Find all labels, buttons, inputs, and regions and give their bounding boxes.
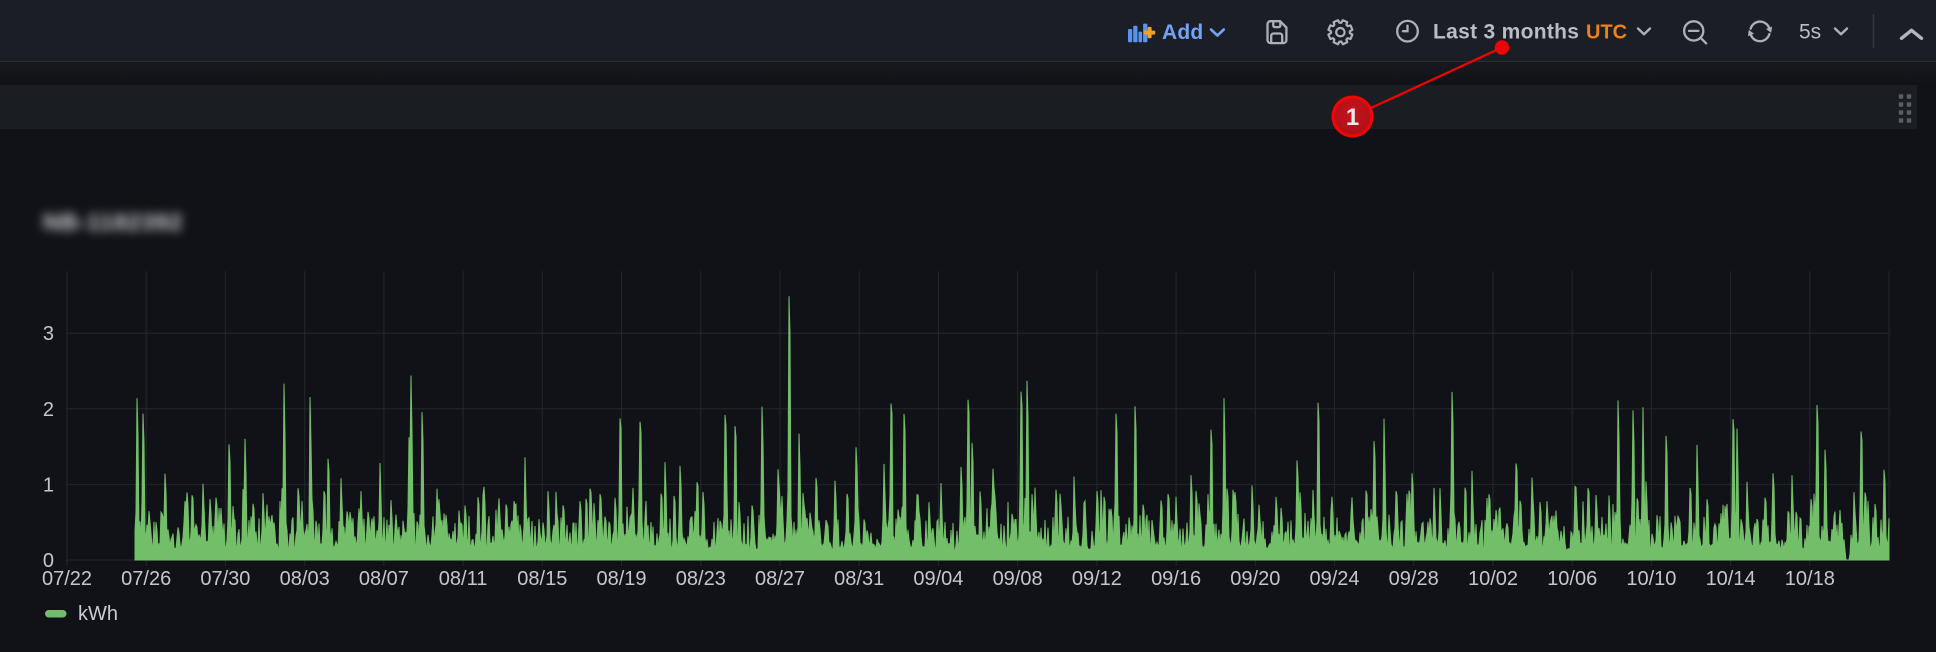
svg-text:09/04: 09/04: [913, 568, 963, 590]
svg-text:08/19: 08/19: [596, 568, 646, 590]
svg-text:08/31: 08/31: [834, 568, 884, 590]
svg-text:kWh: kWh: [78, 603, 118, 625]
svg-text:07/26: 07/26: [121, 568, 171, 590]
svg-text:08/23: 08/23: [676, 568, 726, 590]
svg-text:10/14: 10/14: [1706, 568, 1756, 590]
svg-text:1: 1: [1346, 104, 1359, 131]
svg-text:5s: 5s: [1799, 21, 1821, 44]
svg-text:2: 2: [43, 399, 54, 421]
svg-text:10/06: 10/06: [1547, 568, 1597, 590]
svg-text:08/15: 08/15: [517, 568, 567, 590]
svg-text:09/24: 09/24: [1309, 568, 1359, 590]
svg-text:09/16: 09/16: [1151, 568, 1201, 590]
svg-text:09/20: 09/20: [1230, 568, 1280, 590]
svg-text:09/28: 09/28: [1389, 568, 1439, 590]
svg-text:1: 1: [43, 474, 54, 496]
svg-text:10/10: 10/10: [1626, 568, 1676, 590]
svg-text:UTC: UTC: [1586, 22, 1627, 44]
svg-text:09/08: 09/08: [993, 568, 1043, 590]
svg-text:Last 3 months: Last 3 months: [1433, 21, 1579, 44]
svg-text:08/03: 08/03: [280, 568, 330, 590]
svg-text:08/27: 08/27: [755, 568, 805, 590]
svg-text:10/18: 10/18: [1785, 568, 1835, 590]
svg-text:3: 3: [43, 323, 54, 345]
svg-text:09/12: 09/12: [1072, 568, 1122, 590]
svg-text:10/02: 10/02: [1468, 568, 1518, 590]
svg-text:08/11: 08/11: [439, 568, 488, 590]
svg-text:08/07: 08/07: [359, 568, 409, 590]
svg-text:0: 0: [43, 550, 54, 572]
svg-text:Add: Add: [1162, 21, 1203, 44]
svg-text:07/30: 07/30: [200, 568, 250, 590]
